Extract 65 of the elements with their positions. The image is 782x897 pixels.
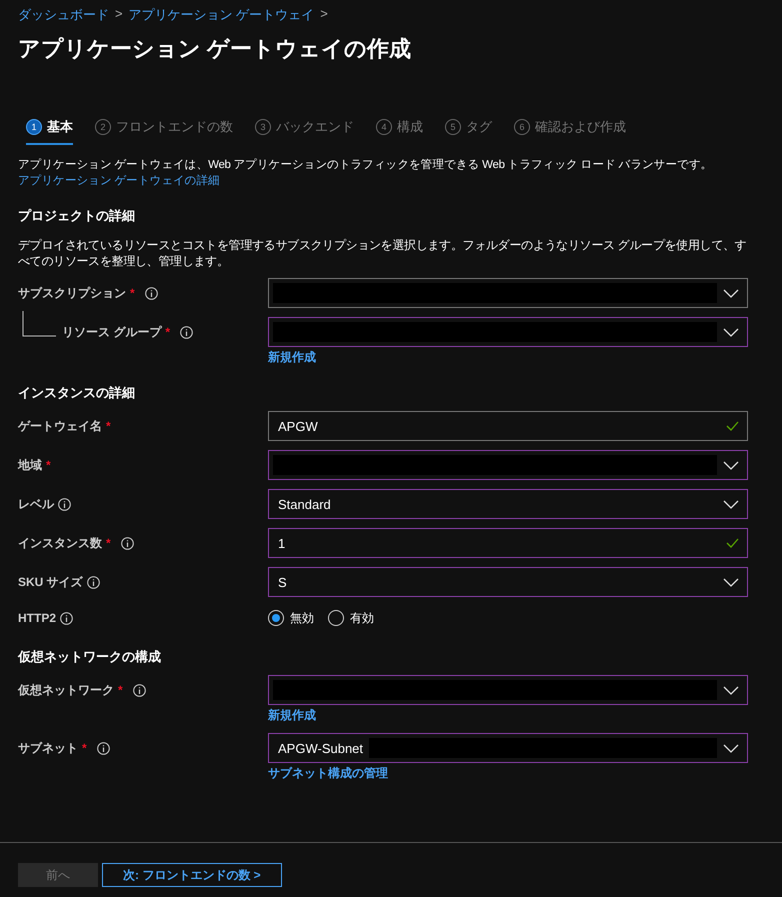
info-icon[interactable] bbox=[60, 612, 74, 624]
chevron-down-icon bbox=[723, 686, 739, 694]
dropdown[interactable]: APGW-Subnet bbox=[268, 733, 748, 763]
input-field[interactable]: 1 bbox=[268, 528, 748, 558]
section-heading: インスタンスの詳細 bbox=[18, 384, 136, 402]
radio-option[interactable]: 有効 bbox=[328, 610, 374, 626]
intro-text: アプリケーション ゲートウェイは、Web アプリケーションのトラフィックを管理できる Web トラフィック ロード バランサーです。 アプリケーション ゲートウェイの詳細 bbox=[18, 157, 714, 189]
field-label: SKU サイズ bbox=[18, 574, 83, 590]
info-icon[interactable] bbox=[86, 576, 100, 588]
field-link[interactable]: 新規作成 bbox=[268, 349, 316, 366]
info-icon[interactable] bbox=[144, 286, 158, 300]
info-icon[interactable] bbox=[58, 498, 71, 510]
required-mark: * bbox=[106, 419, 111, 433]
breadcrumb-link[interactable]: アプリケーション ゲートウェイ bbox=[128, 6, 314, 24]
field-label: インスタンス数 bbox=[18, 534, 102, 552]
required-mark: * bbox=[106, 536, 111, 550]
breadcrumb-separator: > bbox=[115, 6, 123, 23]
required-mark: * bbox=[46, 458, 51, 472]
next-button[interactable]: 次: フロントエンドの数 > bbox=[102, 863, 282, 887]
field-label: リソース グループ bbox=[62, 324, 162, 340]
dropdown[interactable] bbox=[268, 450, 748, 480]
required-mark: * bbox=[130, 286, 135, 300]
tree-connector-icon bbox=[22, 311, 56, 337]
page-title: アプリケーション ゲートウェイの作成 bbox=[18, 35, 412, 63]
wizard-tab[interactable]: 6 確認および作成 bbox=[514, 118, 626, 145]
chevron-down-icon bbox=[723, 578, 739, 586]
info-icon[interactable] bbox=[180, 326, 194, 338]
wizard-tab[interactable]: 3 バックエンド bbox=[255, 118, 354, 145]
field-label: 地域 bbox=[18, 456, 42, 474]
field-link[interactable]: 新規作成 bbox=[268, 707, 316, 724]
section-heading: 仮想ネットワークの構成 bbox=[18, 648, 162, 666]
chevron-down-icon bbox=[723, 460, 739, 470]
wizard-tab[interactable]: 4 構成 bbox=[376, 118, 423, 145]
input-field[interactable]: APGW bbox=[268, 411, 748, 441]
chevron-down-icon bbox=[723, 500, 739, 508]
breadcrumb-link[interactable]: ダッシュボード bbox=[18, 6, 109, 24]
field-link[interactable]: サブネット構成の管理 bbox=[268, 765, 388, 782]
field-label: レベル bbox=[18, 496, 54, 512]
breadcrumb-separator: > bbox=[320, 6, 328, 23]
required-mark: * bbox=[118, 683, 123, 697]
dropdown[interactable]: Standard bbox=[268, 489, 748, 519]
wizard-tab[interactable]: 2 フロントエンドの数 bbox=[95, 118, 233, 145]
radio-option[interactable]: 無効 bbox=[268, 610, 314, 626]
required-mark: * bbox=[165, 325, 170, 339]
info-icon[interactable] bbox=[120, 536, 134, 550]
info-icon[interactable] bbox=[96, 742, 110, 754]
dropdown[interactable] bbox=[268, 675, 748, 705]
section-description: デプロイされているリソースとコストを管理するサブスクリプションを選択します。フォルダーのようなリソース グループを使用して、すべてのリソースを整理し、管理します。 bbox=[18, 237, 748, 269]
field-label: HTTP2 bbox=[18, 611, 56, 625]
dropdown[interactable]: S bbox=[268, 567, 748, 597]
wizard-tab[interactable]: 5 タグ bbox=[445, 118, 492, 145]
chevron-down-icon bbox=[723, 744, 739, 752]
dropdown[interactable] bbox=[268, 317, 748, 347]
field-label: ゲートウェイ名 bbox=[18, 418, 102, 434]
learn-more-link[interactable]: アプリケーション ゲートウェイの詳細 bbox=[18, 175, 220, 187]
dropdown[interactable] bbox=[268, 278, 748, 308]
field-label: 仮想ネットワーク bbox=[18, 682, 114, 698]
field-label: サブネット bbox=[18, 740, 78, 756]
section-heading: プロジェクトの詳細 bbox=[18, 207, 136, 225]
chevron-down-icon bbox=[723, 288, 739, 298]
chevron-down-icon bbox=[723, 328, 739, 336]
required-mark: * bbox=[82, 741, 87, 755]
wizard-tab[interactable]: 1 基本 bbox=[26, 118, 73, 145]
info-icon[interactable] bbox=[132, 684, 146, 696]
field-label: サブスクリプション bbox=[18, 284, 126, 302]
